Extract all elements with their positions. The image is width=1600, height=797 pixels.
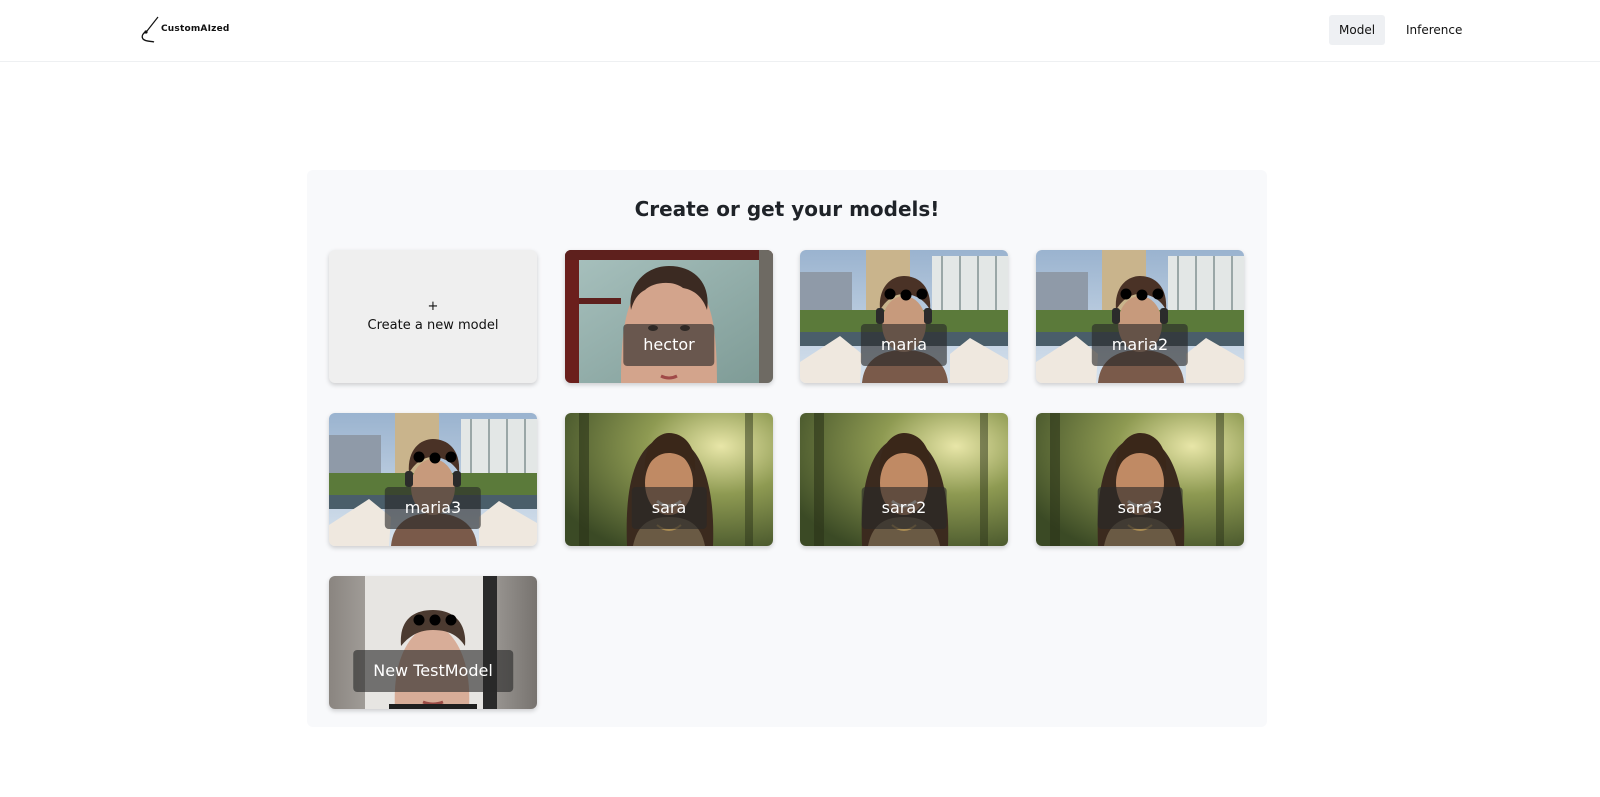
nav-model-button[interactable]: Model [1329, 15, 1386, 45]
model-card-sara3[interactable]: sara3 [1036, 413, 1244, 546]
top-navbar: CustomAIzed Model Inference [0, 0, 1600, 62]
create-model-card[interactable]: + Create a new model [329, 250, 537, 383]
model-name-label: sara3 [1097, 487, 1183, 529]
logo[interactable]: CustomAIzed [140, 15, 230, 43]
model-card-maria3[interactable]: maria3 [329, 413, 537, 546]
model-name-label: maria2 [1091, 324, 1189, 366]
model-card-maria2[interactable]: maria2 [1036, 250, 1244, 383]
nav-inference-button[interactable]: Inference [1396, 15, 1472, 45]
page-title: Create or get your models! [634, 197, 940, 221]
plus-icon: + [427, 299, 439, 314]
model-name-label: hector [623, 324, 715, 366]
logo-text: CustomAIzed [161, 24, 230, 34]
model-card-maria[interactable]: maria [800, 250, 1008, 383]
models-panel: Create or get your models! + Create a ne… [307, 170, 1267, 727]
model-card-sara2[interactable]: sara2 [800, 413, 1008, 546]
model-name-label: maria3 [384, 487, 482, 529]
model-name-label: New TestModel [353, 650, 513, 692]
model-name-label: sara [631, 487, 707, 529]
model-name-label: sara2 [861, 487, 947, 529]
logo-brush-icon [141, 16, 159, 43]
create-model-label: Create a new model [367, 318, 499, 333]
model-card-hector[interactable]: hector [565, 250, 773, 383]
model-name-label: maria [860, 324, 948, 366]
model-card-new-testmodel[interactable]: New TestModel [329, 576, 537, 709]
model-card-sara[interactable]: sara [565, 413, 773, 546]
